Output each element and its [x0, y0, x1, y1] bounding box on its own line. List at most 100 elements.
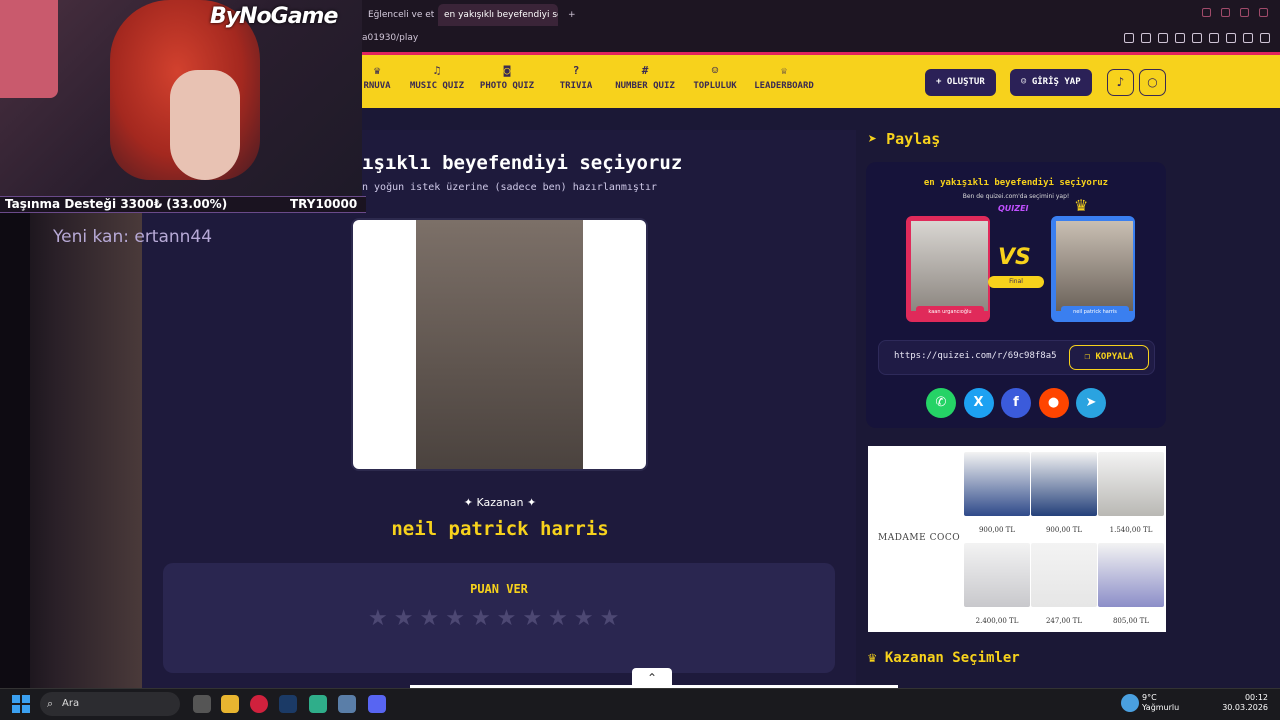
ad-product[interactable]: 805,00 TL: [1098, 543, 1164, 625]
music-icon: ♫: [433, 64, 441, 77]
create-button[interactable]: + OLUŞTUR: [925, 69, 996, 96]
ad-product[interactable]: 900,00 TL: [1031, 452, 1097, 534]
trophy-icon: ♛: [373, 64, 381, 77]
nav-number-quiz[interactable]: # NUMBER QUIZ: [612, 65, 678, 92]
nav-trivia[interactable]: ? TRIVIA: [556, 65, 596, 92]
screenshot-icon[interactable]: [1141, 33, 1151, 43]
ad-brand: MADAME COCO: [878, 533, 961, 543]
heart-icon[interactable]: [1192, 33, 1202, 43]
rating-star[interactable]: ★: [522, 606, 542, 632]
quiz-subtitle: n yoğun istek üzerine (sadece ben) hazır…: [362, 182, 658, 193]
ad-product-price: 805,00 TL: [1112, 617, 1150, 625]
plus-icon: +: [936, 77, 947, 87]
nav-community[interactable]: ☺ TOPLULUK: [690, 65, 740, 92]
facebook-icon[interactable]: f: [1001, 388, 1031, 418]
rating-star[interactable]: ★: [600, 606, 620, 632]
windows-start-icon[interactable]: [12, 695, 30, 713]
rating-star[interactable]: ★: [548, 606, 568, 632]
search-icon[interactable]: ○: [1139, 69, 1166, 96]
winner-label: Kazanan: [476, 496, 524, 509]
shield-icon[interactable]: [1158, 33, 1168, 43]
share-heading-label: Paylaş: [886, 130, 941, 148]
search-icon: ⌕: [47, 697, 54, 710]
rating-star[interactable]: ★: [445, 606, 465, 632]
winner-image-card: [351, 218, 648, 471]
task-view-icon[interactable]: [193, 695, 211, 713]
nav-label: PHOTO QUIZ: [479, 81, 535, 91]
nav-tournament[interactable]: ♛ RNUVA: [362, 64, 392, 92]
address-bar[interactable]: a01930/play: [362, 30, 418, 46]
opera-icon[interactable]: [250, 695, 268, 713]
whatsapp-icon[interactable]: ✆: [926, 388, 956, 418]
login-button[interactable]: ☺ GİRİŞ YAP: [1010, 69, 1092, 96]
share-link-input[interactable]: https://quizei.com/r/69c98f8a5: [894, 351, 1064, 361]
ad-product-image: [1031, 452, 1097, 516]
file-explorer-icon[interactable]: [221, 695, 239, 713]
share-card-subtitle: Ben de quizei.com'da seçimini yap!: [962, 193, 1070, 200]
extension-icon[interactable]: [1209, 33, 1219, 43]
winner-photo: [416, 220, 583, 469]
crown-icon: ♛: [1074, 196, 1089, 215]
telegram-icon[interactable]: ➤: [1076, 388, 1106, 418]
close-icon[interactable]: [1259, 8, 1268, 17]
taskbar-search[interactable]: [40, 692, 180, 716]
nav-leaderboard[interactable]: ♕ LEADERBOARD: [752, 65, 816, 92]
app-icon[interactable]: [338, 695, 356, 713]
menu-icon[interactable]: [1260, 33, 1270, 43]
search-tabs-icon[interactable]: [1202, 8, 1211, 17]
party-icon: ✦: [463, 496, 477, 509]
rating-star[interactable]: ★: [394, 606, 414, 632]
clock-time: 00:12: [1244, 693, 1268, 702]
weather-desc: Yağmurlu: [1142, 703, 1180, 712]
play-icon[interactable]: [1175, 33, 1185, 43]
minimize-icon[interactable]: [1221, 8, 1230, 17]
download-icon[interactable]: [1226, 33, 1236, 43]
winner-choices-label: Kazanan Seçimler: [884, 650, 1020, 666]
nav-photo-quiz[interactable]: ◙ PHOTO QUIZ: [478, 65, 536, 92]
create-label: OLUŞTUR: [946, 77, 985, 87]
ad-product-price: 1.540,00 TL: [1109, 526, 1153, 534]
taskbar-search-label: Ara: [62, 698, 80, 709]
site-header: ♛ RNUVA ♫ MUSIC QUIZ ◙ PHOTO QUIZ ? TRIV…: [362, 52, 1280, 108]
copy-icon: ❐: [1084, 352, 1096, 362]
ad-product[interactable]: 247,00 TL: [1031, 543, 1097, 625]
x-twitter-icon[interactable]: X: [963, 388, 994, 418]
rating-star[interactable]: ★: [368, 606, 388, 632]
ad-product[interactable]: 2.400,00 TL: [964, 543, 1030, 625]
window-controls: [1202, 8, 1268, 17]
rating-star[interactable]: ★: [471, 606, 491, 632]
maximize-icon[interactable]: [1240, 8, 1249, 17]
nav-music-quiz[interactable]: ♫ MUSIC QUIZ: [408, 64, 466, 92]
bookmark-icon[interactable]: [1124, 33, 1134, 43]
reddit-icon[interactable]: ●: [1038, 388, 1069, 418]
ad-product-image: [964, 452, 1030, 516]
copy-button[interactable]: ❐ KOPYALA: [1069, 345, 1149, 370]
ad-product-price: 900,00 TL: [1045, 526, 1083, 534]
ad-product-image: [1031, 543, 1097, 607]
profile-icon[interactable]: [1243, 33, 1253, 43]
winner-choices-heading: ♛ Kazanan Seçimler: [868, 650, 1020, 666]
trophy-icon: ♛: [868, 650, 885, 666]
discord-icon[interactable]: [368, 695, 386, 713]
app-icon[interactable]: [309, 695, 327, 713]
steam-icon[interactable]: [279, 695, 297, 713]
rating-star[interactable]: ★: [497, 606, 517, 632]
clock[interactable]: 00:12 30.03.2026: [1220, 693, 1268, 713]
ad-product-price: 2.400,00 TL: [975, 617, 1019, 625]
rating-star[interactable]: ★: [574, 606, 594, 632]
webcam-overlay: ByNoGame: [0, 0, 362, 196]
bell-icon[interactable]: ♪: [1107, 69, 1134, 96]
start-pane: [22, 695, 30, 703]
ad-product[interactable]: 1.540,00 TL: [1098, 452, 1164, 534]
ad-product[interactable]: 900,00 TL: [964, 452, 1030, 534]
winner-label-row: ✦ Kazanan ✦: [350, 496, 650, 509]
new-tab-button[interactable]: +: [562, 4, 582, 26]
share-heading: ➤ Paylaş: [868, 130, 940, 148]
browser-tab-active[interactable]: en yakışıklı beyefendiyi se: [438, 4, 558, 26]
weather-widget[interactable]: 9°C Yağmurlu: [1142, 693, 1179, 713]
browser-tab[interactable]: Eğlenceli ve etkile: [362, 4, 434, 26]
weather-icon[interactable]: [1121, 694, 1139, 712]
clock-date: 30.03.2026: [1222, 703, 1268, 712]
rating-star[interactable]: ★: [419, 606, 439, 632]
donation-text: Taşınma Desteği 3300₺ (33.00%): [5, 197, 228, 211]
